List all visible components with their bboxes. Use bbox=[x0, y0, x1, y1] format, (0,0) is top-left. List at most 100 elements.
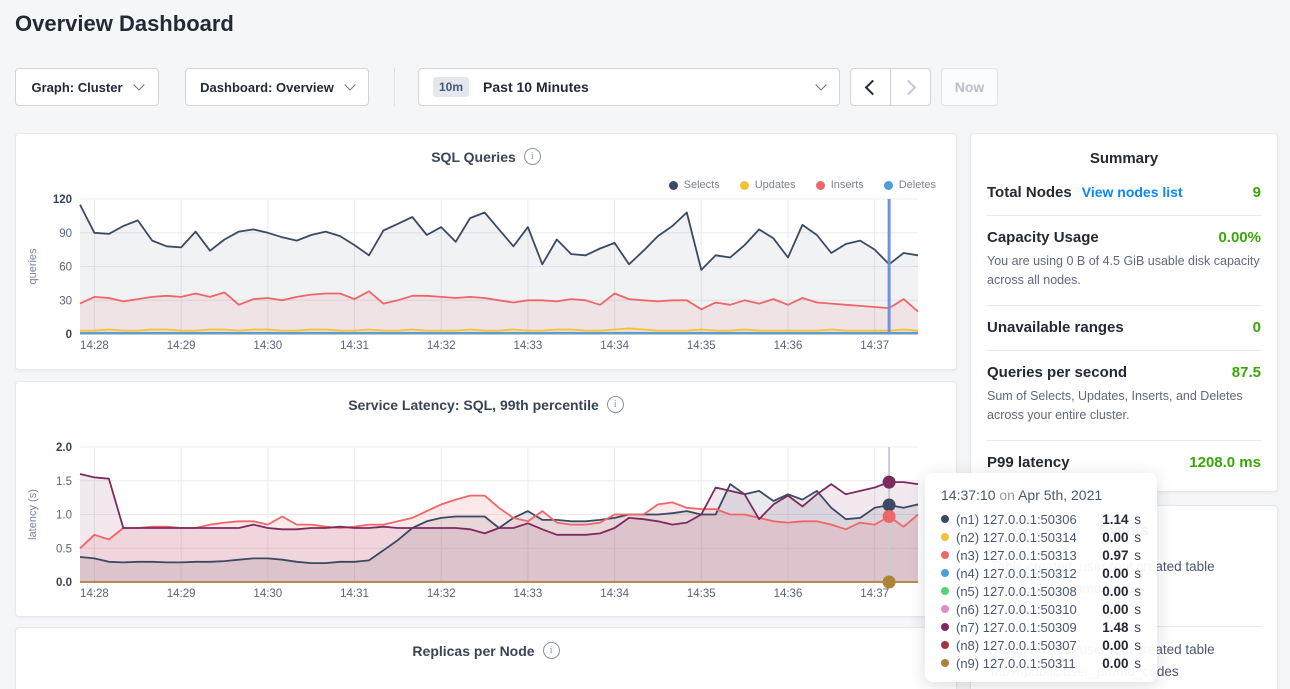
tooltip-node-row: (n1) 127.0.0.1:50306 1.14 s bbox=[941, 510, 1141, 528]
svg-text:14:32: 14:32 bbox=[427, 588, 456, 600]
dashboard-dropdown[interactable]: Dashboard: Overview bbox=[185, 68, 369, 106]
service-latency-chart-card: Service Latency: SQL, 99th percentile i … bbox=[15, 381, 957, 617]
time-next-button[interactable] bbox=[890, 68, 931, 106]
chevron-down-icon bbox=[344, 79, 355, 90]
summary-row-label: P99 latency bbox=[987, 454, 1070, 471]
summary-row-value: 0.00% bbox=[1218, 229, 1261, 246]
legend-color-dot bbox=[740, 181, 749, 190]
svg-text:14:32: 14:32 bbox=[427, 340, 456, 352]
summary-row-description: Sum of Selects, Updates, Inserts, and De… bbox=[987, 387, 1261, 426]
series-color-dot bbox=[941, 533, 949, 541]
svg-text:latency (s): latency (s) bbox=[27, 489, 39, 540]
tooltip-node-value: 0.00 s bbox=[1102, 584, 1141, 599]
svg-text:14:36: 14:36 bbox=[774, 340, 803, 352]
series-color-dot bbox=[941, 515, 949, 523]
legend-color-dot bbox=[884, 181, 893, 190]
info-icon[interactable]: i bbox=[543, 642, 560, 659]
tooltip-node-value: 0.00 s bbox=[1102, 530, 1141, 545]
tooltip-node-value: 0.00 s bbox=[1102, 602, 1141, 617]
chevron-left-icon bbox=[865, 79, 881, 95]
summary-row-value: 0 bbox=[1253, 319, 1261, 336]
svg-text:14:37: 14:37 bbox=[860, 340, 889, 352]
svg-text:14:36: 14:36 bbox=[774, 588, 803, 600]
tooltip-node-value: 1.14 s bbox=[1102, 512, 1141, 527]
tooltip-node-label: (n4) 127.0.0.1:50312 bbox=[956, 566, 1077, 581]
svg-text:14:34: 14:34 bbox=[600, 588, 629, 600]
tooltip-node-value: 0.00 s bbox=[1102, 656, 1141, 671]
svg-text:0: 0 bbox=[66, 329, 72, 341]
chart-title-sql-queries: SQL Queries bbox=[431, 149, 516, 165]
graph-dropdown-label: Graph: Cluster bbox=[31, 80, 122, 95]
now-button[interactable]: Now bbox=[941, 68, 998, 106]
service-latency-chart-plot[interactable]: 14:2814:2914:3014:3114:3214:3314:3414:35… bbox=[22, 439, 952, 605]
svg-text:1.0: 1.0 bbox=[56, 510, 72, 522]
tooltip-node-label: (n9) 127.0.0.1:50311 bbox=[956, 656, 1076, 671]
summary-title: Summary bbox=[987, 134, 1261, 171]
tooltip-node-value: 0.00 s bbox=[1102, 638, 1141, 653]
tooltip-node-row: (n4) 127.0.0.1:50312 0.00 s bbox=[941, 564, 1141, 582]
tooltip-node-row: (n9) 127.0.0.1:50311 0.00 s bbox=[941, 654, 1141, 672]
svg-text:0.0: 0.0 bbox=[56, 577, 72, 589]
tooltip-node-label: (n7) 127.0.0.1:50309 bbox=[956, 620, 1077, 635]
chevron-down-icon bbox=[815, 79, 826, 90]
sql-queries-chart-plot[interactable]: 14:2814:2914:3014:3114:3214:3314:3414:35… bbox=[22, 191, 952, 357]
svg-text:14:35: 14:35 bbox=[687, 340, 716, 352]
svg-text:queries: queries bbox=[27, 248, 39, 285]
summary-row: Queries per second 87.5 Sum of Selects, … bbox=[987, 351, 1261, 441]
summary-row-label: Capacity Usage bbox=[987, 229, 1099, 246]
svg-text:14:28: 14:28 bbox=[80, 340, 109, 352]
tooltip-node-value: 0.97 s bbox=[1102, 548, 1141, 563]
tooltip-timestamp: 14:37:10 on Apr 5th, 2021 bbox=[941, 487, 1141, 503]
tooltip-node-value: 0.00 s bbox=[1102, 566, 1141, 581]
chevron-right-icon bbox=[901, 79, 917, 95]
graph-dropdown[interactable]: Graph: Cluster bbox=[15, 68, 159, 106]
svg-text:14:33: 14:33 bbox=[514, 340, 543, 352]
svg-text:14:29: 14:29 bbox=[167, 588, 196, 600]
tooltip-node-label: (n1) 127.0.0.1:50306 bbox=[956, 512, 1077, 527]
legend-color-dot bbox=[669, 181, 678, 190]
svg-text:14:30: 14:30 bbox=[253, 588, 282, 600]
series-color-dot bbox=[941, 569, 949, 577]
svg-text:60: 60 bbox=[59, 262, 72, 274]
svg-text:14:34: 14:34 bbox=[600, 340, 629, 352]
summary-row-label: Total Nodes bbox=[987, 184, 1072, 201]
series-color-dot bbox=[941, 659, 949, 667]
summary-row: Total Nodes View nodes list 9 bbox=[987, 171, 1261, 216]
tooltip-node-row: (n8) 127.0.0.1:50307 0.00 s bbox=[941, 636, 1141, 654]
sql-queries-legend: Selects Updates Inserts Deletes bbox=[669, 179, 936, 191]
tooltip-node-row: (n3) 127.0.0.1:50313 0.97 s bbox=[941, 546, 1141, 564]
svg-text:30: 30 bbox=[59, 295, 72, 307]
svg-text:120: 120 bbox=[53, 194, 72, 206]
tooltip-node-row: (n6) 127.0.0.1:50310 0.00 s bbox=[941, 600, 1141, 618]
series-color-dot bbox=[941, 623, 949, 631]
legend-item[interactable]: Deletes bbox=[884, 179, 936, 191]
tooltip-node-label: (n2) 127.0.0.1:50314 bbox=[956, 530, 1077, 545]
tooltip-node-value: 1.48 s bbox=[1102, 620, 1141, 635]
legend-item[interactable]: Inserts bbox=[816, 179, 864, 191]
summary-row-label: Unavailable ranges bbox=[987, 319, 1124, 336]
svg-text:14:31: 14:31 bbox=[340, 340, 369, 352]
time-prev-button[interactable] bbox=[850, 68, 891, 106]
chevron-down-icon bbox=[133, 79, 144, 90]
tooltip-node-row: (n2) 127.0.0.1:50314 0.00 s bbox=[941, 528, 1141, 546]
chart-title-service-latency: Service Latency: SQL, 99th percentile bbox=[348, 397, 599, 413]
time-range-badge: 10m bbox=[433, 77, 469, 97]
info-icon[interactable]: i bbox=[524, 148, 541, 165]
time-range-label: Past 10 Minutes bbox=[483, 79, 589, 95]
svg-text:2.0: 2.0 bbox=[56, 442, 72, 454]
svg-text:1.5: 1.5 bbox=[56, 476, 72, 488]
svg-text:14:31: 14:31 bbox=[340, 588, 369, 600]
view-nodes-list-link[interactable]: View nodes list bbox=[1082, 184, 1183, 200]
svg-text:14:33: 14:33 bbox=[514, 588, 543, 600]
summary-row-value: 9 bbox=[1253, 184, 1261, 201]
time-range-selector[interactable]: 10m Past 10 Minutes bbox=[418, 68, 840, 106]
summary-row-value: 87.5 bbox=[1232, 364, 1261, 381]
legend-item[interactable]: Updates bbox=[740, 179, 796, 191]
info-icon[interactable]: i bbox=[607, 396, 624, 413]
sql-queries-chart-card: SQL Queries i Selects Updates Inserts De… bbox=[15, 133, 957, 370]
svg-text:14:37: 14:37 bbox=[860, 588, 889, 600]
legend-item[interactable]: Selects bbox=[669, 179, 720, 191]
svg-text:14:28: 14:28 bbox=[80, 588, 109, 600]
dashboard-dropdown-label: Dashboard: Overview bbox=[200, 80, 334, 95]
svg-text:0.5: 0.5 bbox=[56, 543, 72, 555]
